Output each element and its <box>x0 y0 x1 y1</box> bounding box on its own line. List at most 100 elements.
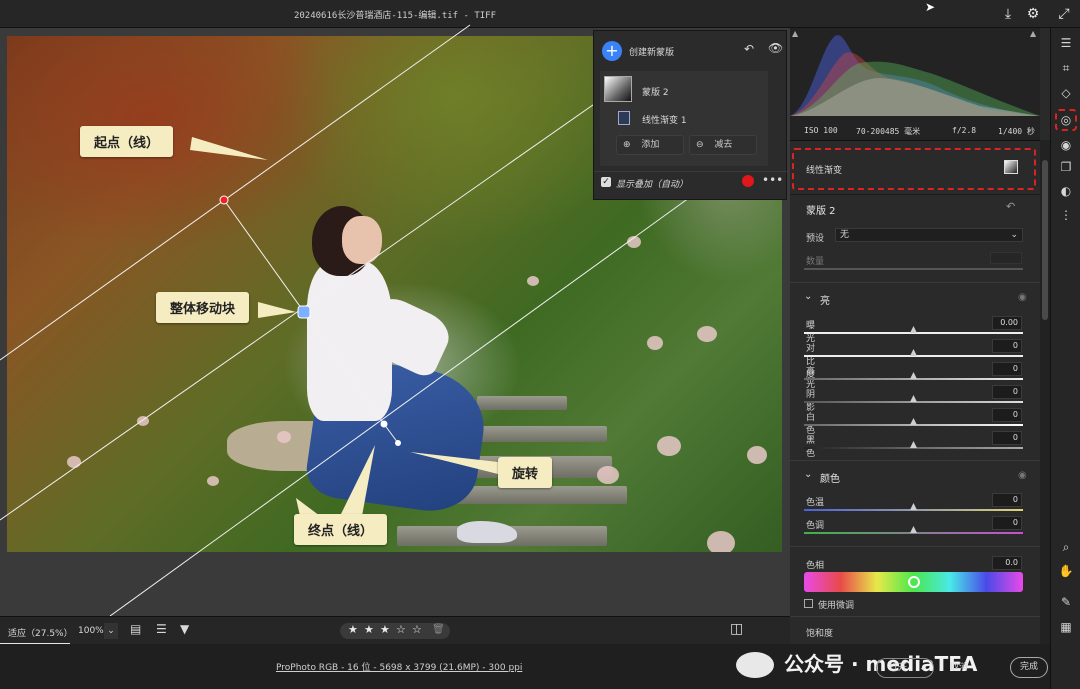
zoom-dropdown-icon[interactable]: ⌄ <box>104 623 118 639</box>
tint-value[interactable]: 0 <box>992 516 1022 530</box>
open-button[interactable]: 打开 ⌄ <box>876 658 934 678</box>
cancel-button[interactable]: 取消 <box>950 660 968 673</box>
more-icon[interactable]: ••• <box>762 173 783 187</box>
scrollbar-thumb[interactable] <box>1042 160 1048 320</box>
hue-picker-handle[interactable] <box>908 576 920 588</box>
fine-adjust-checkbox[interactable] <box>804 599 813 608</box>
panel-scrollbar[interactable] <box>1040 140 1050 644</box>
eye-icon[interactable]: ◉ <box>1018 470 1027 481</box>
slider-thumb[interactable] <box>910 372 917 379</box>
contrast-value[interactable]: 0 <box>992 339 1022 353</box>
eye-icon[interactable]: 👁 <box>768 41 783 55</box>
component-thumbnail[interactable] <box>618 111 630 125</box>
delete-icon[interactable]: 🗑 <box>432 624 445 635</box>
filmstrip-icon[interactable]: ▤ <box>130 622 141 636</box>
zoom-icon[interactable]: ⌕ <box>1057 538 1075 556</box>
rating-bar: ★ ★ ★ ☆ ☆ 🗑 <box>340 623 450 639</box>
eyedropper-icon[interactable]: ✎ <box>1057 593 1075 611</box>
histogram: ▲ ▲ ISO 100 70-200485 毫米 f/2.8 1/400 秒 <box>790 28 1040 140</box>
reset-icon[interactable]: ↶ <box>744 42 754 56</box>
star-4[interactable]: ☆ <box>396 623 406 636</box>
hue-value[interactable]: 0.0 <box>992 556 1022 570</box>
add-button-label: 添加 <box>641 140 660 150</box>
slider-thumb[interactable] <box>910 526 917 533</box>
histogram-graph <box>790 35 1040 116</box>
exposure-value[interactable]: 0.00 <box>992 316 1022 330</box>
mask-type-label: 线性渐变 <box>806 166 843 176</box>
component-name[interactable]: 线性渐变 1 <box>642 113 687 126</box>
masking-icon[interactable]: ◎ <box>1055 109 1077 131</box>
preset-label: 预设 <box>806 234 825 244</box>
overlay-color-swatch[interactable] <box>742 175 754 187</box>
hand-icon[interactable]: ✋ <box>1057 562 1075 580</box>
eraser-icon[interactable]: ◇ <box>1057 84 1075 102</box>
rotate-line <box>383 423 399 444</box>
mask-name[interactable]: 蒙版 2 <box>642 85 669 98</box>
subtract-button[interactable]: ⊖ 减去 <box>689 135 757 155</box>
red-eye-icon[interactable]: ◉ <box>1057 136 1075 154</box>
highlight-clip-icon[interactable]: ▲ <box>1030 29 1036 38</box>
add-mask-button[interactable]: + <box>602 41 622 61</box>
star-1[interactable]: ★ <box>348 623 358 636</box>
gear-icon[interactable]: ⚙ <box>1024 5 1042 23</box>
star-5[interactable]: ☆ <box>412 623 422 636</box>
sort-icon[interactable]: ☰ <box>156 622 167 636</box>
slider-thumb[interactable] <box>910 349 917 356</box>
move-handle <box>297 305 311 319</box>
grid-icon[interactable]: ▦ <box>1057 618 1075 636</box>
whites-value[interactable]: 0 <box>992 408 1022 422</box>
fine-adjust-label: 使用微调 <box>818 601 855 611</box>
divider <box>790 140 1040 141</box>
mask-thumbnail[interactable] <box>604 76 632 102</box>
create-mask-label[interactable]: 创建新蒙版 <box>629 45 674 58</box>
star-3[interactable]: ★ <box>380 623 390 636</box>
chevron-down-icon: ⌄ <box>1010 230 1018 240</box>
slider-thumb[interactable] <box>910 395 917 402</box>
star-2[interactable]: ★ <box>364 623 374 636</box>
compare-icon[interactable]: ◫ <box>730 621 743 637</box>
divider <box>790 460 1040 461</box>
open-dropdown-icon[interactable]: ⌄ <box>919 659 927 677</box>
chevron-down-icon[interactable]: ⌄ <box>804 469 812 480</box>
fit-zoom-button[interactable]: 适应（27.5%） <box>8 626 73 639</box>
light-section-title[interactable]: 亮 <box>820 292 830 307</box>
slider-thumb[interactable] <box>910 326 917 333</box>
color-section-title[interactable]: 颜色 <box>820 470 840 485</box>
hue-label: 色相 <box>806 561 825 571</box>
preset-select[interactable]: 无 ⌄ <box>835 228 1023 242</box>
shadows-value[interactable]: 0 <box>992 385 1022 399</box>
add-component-icon: ⊕ <box>623 140 631 150</box>
presets-icon[interactable]: ◐ <box>1057 182 1075 200</box>
add-button[interactable]: ⊕ 添加 <box>616 135 684 155</box>
end-point-handle <box>380 420 388 428</box>
shutter-value: 1/400 秒 <box>998 127 1035 136</box>
overlay-checkbox[interactable]: ✓ <box>601 177 611 187</box>
zoom-100-button[interactable]: 100% <box>78 626 104 636</box>
reset-mask-icon[interactable]: ↶ <box>1006 200 1015 213</box>
slider-thumb[interactable] <box>910 418 917 425</box>
highlights-value[interactable]: 0 <box>992 362 1022 376</box>
slider-thumb[interactable] <box>910 441 917 448</box>
save-icon[interactable]: ⤓ <box>999 5 1017 23</box>
wechat-icon <box>736 652 774 678</box>
linear-gradient-icon[interactable] <box>1004 160 1018 174</box>
mouse-cursor-icon: ➤ <box>925 0 936 14</box>
crop-icon[interactable]: ⌗ <box>1057 59 1075 77</box>
callout-pointer <box>410 452 498 474</box>
expand-icon[interactable]: ⤢ <box>1055 5 1073 23</box>
shadow-clip-icon[interactable]: ▲ <box>792 29 798 38</box>
iso-value: ISO 100 <box>804 126 838 135</box>
slider-thumb[interactable] <box>910 503 917 510</box>
file-info-link[interactable]: ProPhoto RGB - 16 位 - 5698 x 3799 (21.6M… <box>276 660 522 673</box>
temp-value[interactable]: 0 <box>992 493 1022 507</box>
done-button[interactable]: 完成 <box>1010 657 1048 678</box>
amount-slider[interactable] <box>804 268 1023 270</box>
edit-sliders-icon[interactable]: ☰ <box>1057 34 1075 52</box>
amount-value[interactable] <box>990 252 1022 264</box>
more-icon[interactable]: ⋮ <box>1057 206 1075 224</box>
blacks-value[interactable]: 0 <box>992 431 1022 445</box>
snapshots-icon[interactable]: ❐ <box>1057 158 1075 176</box>
eye-icon[interactable]: ◉ <box>1018 292 1027 303</box>
filter-icon[interactable]: ▼ <box>180 622 189 636</box>
chevron-down-icon[interactable]: ⌄ <box>804 291 812 302</box>
